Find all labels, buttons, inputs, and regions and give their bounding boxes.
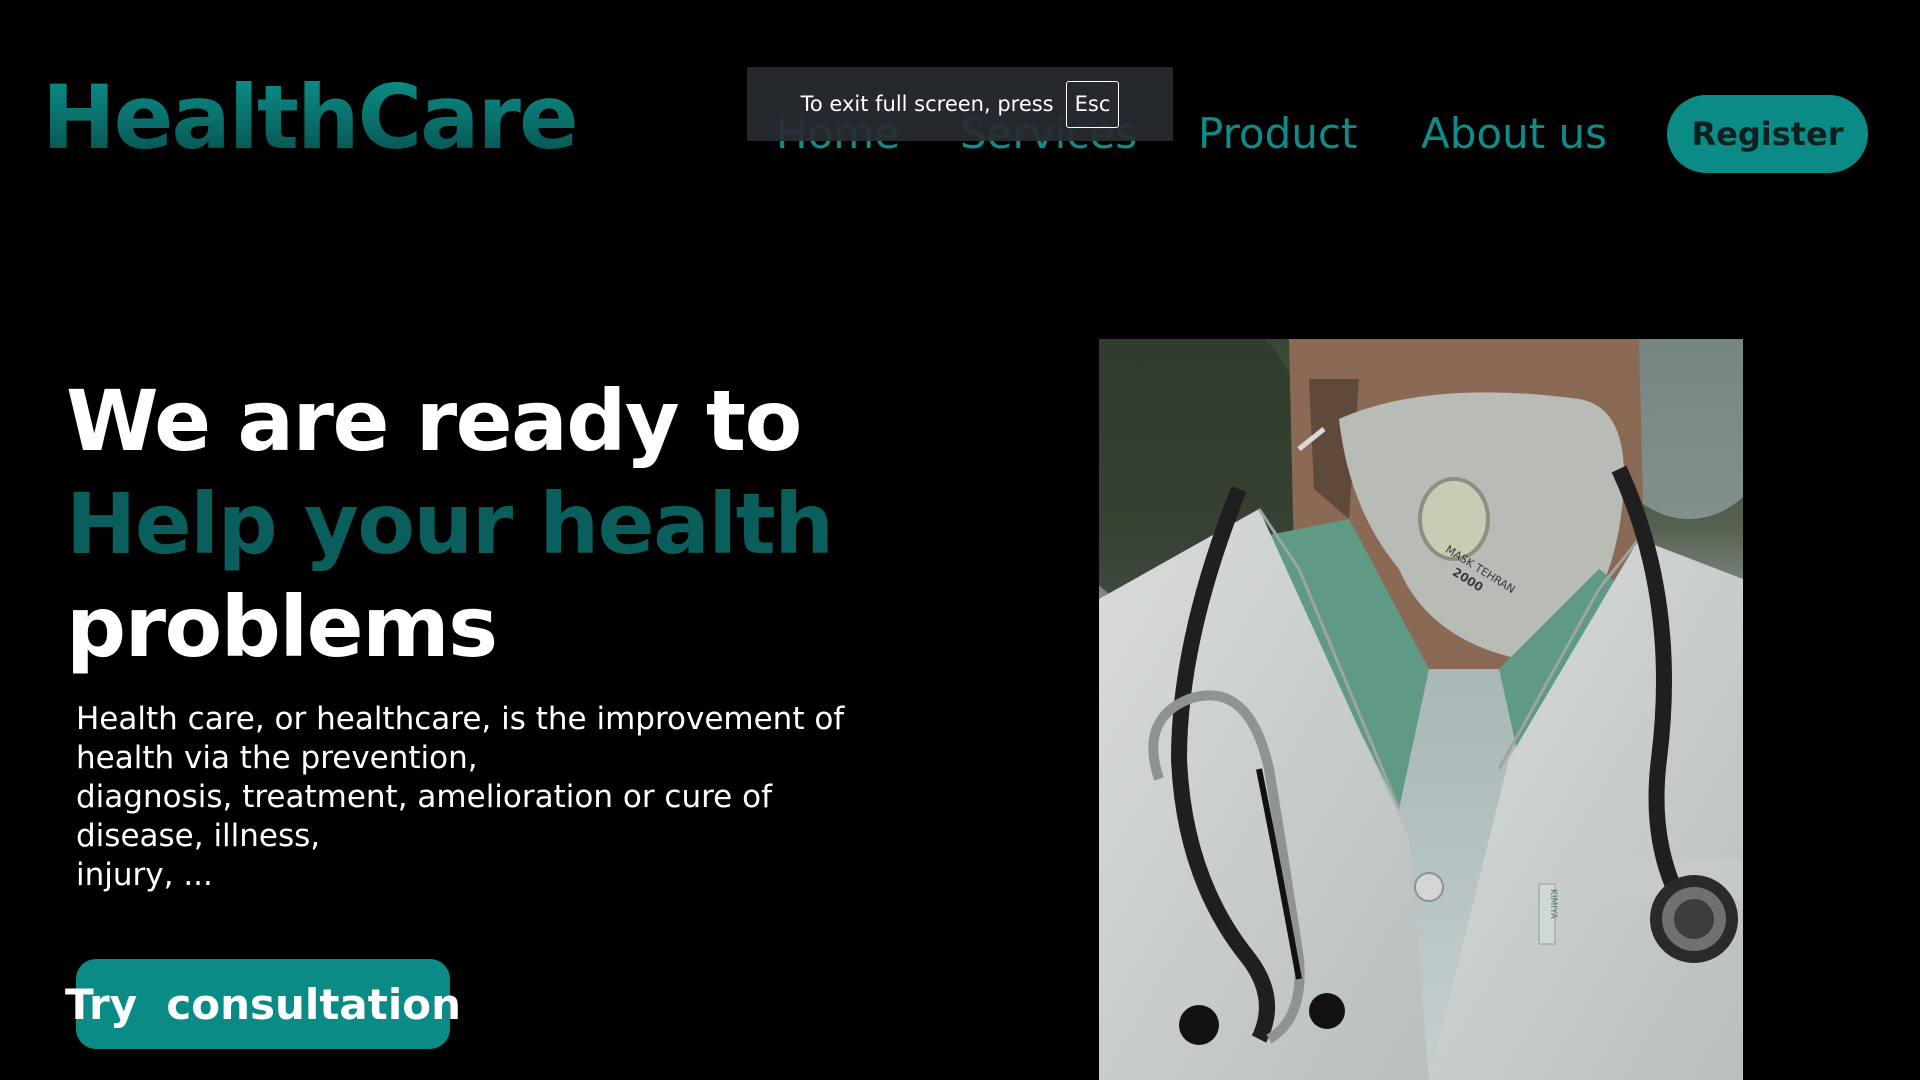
coat-tag: KIMIYA — [1548, 889, 1558, 920]
headline-line-1: We are ready to — [66, 372, 802, 470]
doctor-illustration: MASK TEHRAN 2000 KIMIYA — [1099, 339, 1743, 1080]
hero-headline: We are ready to Help your health problem… — [66, 370, 834, 679]
page: HealthCare Home Services Product About u… — [0, 0, 1920, 1080]
fullscreen-exit-notice: To exit full screen, press Esc — [747, 67, 1173, 141]
hero-description: Health care, or healthcare, is the impro… — [76, 701, 845, 893]
try-consultation-button[interactable]: Try consultation — [65, 959, 461, 1049]
nav-link-product[interactable]: Product — [1198, 104, 1357, 164]
fullscreen-exit-message: To exit full screen, press — [800, 92, 1054, 116]
nav-link-about-us[interactable]: About us — [1421, 104, 1607, 164]
register-button[interactable]: Register — [1667, 95, 1868, 173]
esc-key-badge: Esc — [1065, 80, 1120, 128]
headline-line-2: Help your health — [66, 475, 834, 573]
doctor-photo: MASK TEHRAN 2000 KIMIYA — [1099, 339, 1743, 1080]
headline-line-3: problems — [66, 578, 498, 676]
